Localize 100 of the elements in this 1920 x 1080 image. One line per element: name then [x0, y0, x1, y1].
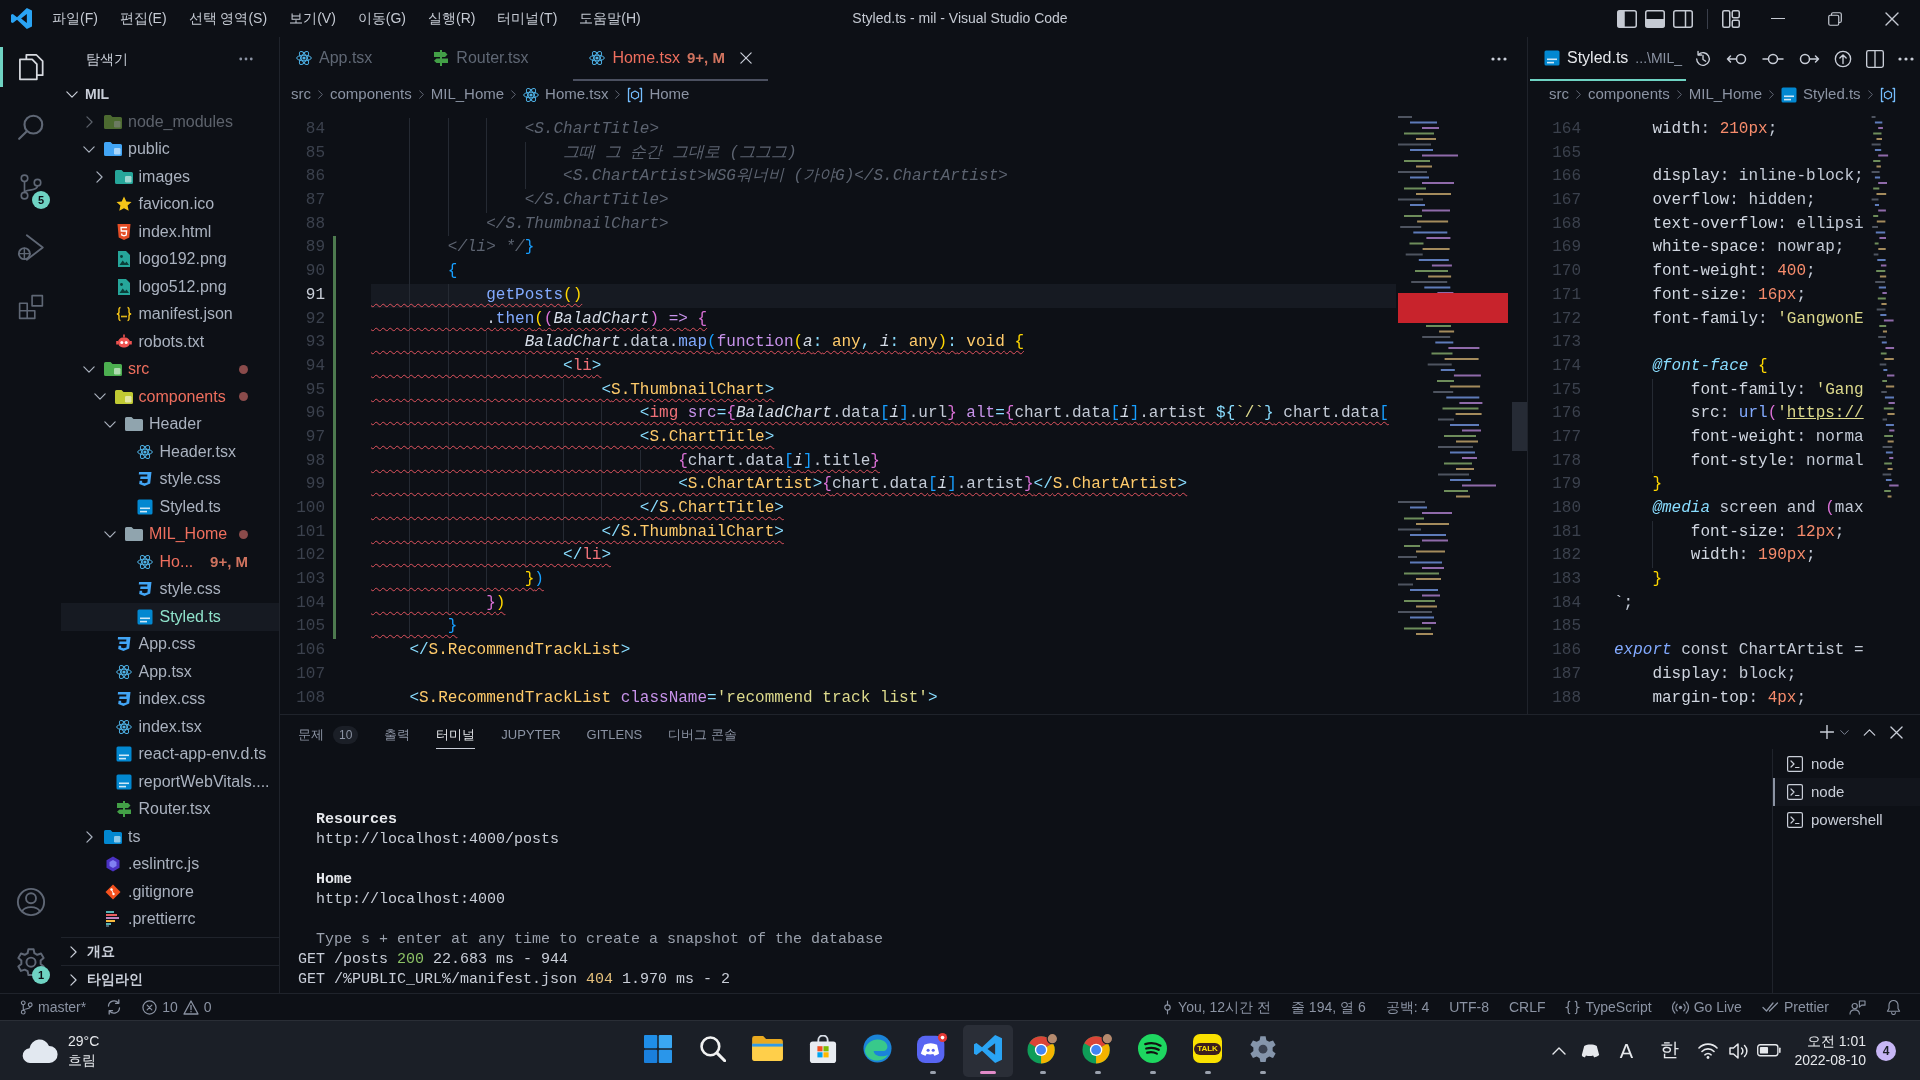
branch-status[interactable]: master*: [20, 996, 87, 1018]
app-logo-icon[interactable]: [11, 8, 32, 29]
tree-item[interactable]: public: [61, 135, 279, 163]
tree-item[interactable]: index.tsx: [61, 713, 279, 741]
sync-icon[interactable]: [106, 999, 123, 1015]
account-icon[interactable]: [15, 887, 46, 917]
tree-item[interactable]: index.css: [61, 685, 279, 713]
menu-item[interactable]: 파일(F): [43, 3, 107, 34]
tree-item[interactable]: style.css: [61, 575, 279, 603]
wifi-icon[interactable]: [1698, 1042, 1719, 1059]
tree-item[interactable]: MIL_Home: [61, 520, 279, 548]
menu-item[interactable]: 실행(R): [419, 3, 485, 34]
split-editor-icon[interactable]: [1866, 50, 1885, 68]
more-icon[interactable]: [1898, 57, 1915, 61]
section-header[interactable]: 타임라인: [61, 965, 279, 993]
chevron-right-icon[interactable]: [96, 170, 103, 183]
history-icon[interactable]: [1694, 50, 1713, 68]
section-header[interactable]: 개요: [61, 937, 279, 965]
panel-tab[interactable]: 출력: [384, 721, 411, 749]
cloud-icon[interactable]: [22, 1037, 58, 1064]
breadcrumb-item[interactable]: src: [291, 83, 311, 106]
taskbar-button[interactable]: [962, 1024, 1013, 1077]
chevron-right-icon[interactable]: [69, 945, 77, 958]
close-icon[interactable]: [1884, 11, 1899, 26]
menu-item[interactable]: 도움말(H): [570, 3, 650, 34]
tree-item[interactable]: Styled.ts: [61, 493, 279, 521]
chevron-down-icon[interactable]: [83, 365, 95, 373]
live-server-status[interactable]: Go Live: [1671, 996, 1742, 1018]
tree-item[interactable]: robots.txt: [61, 328, 279, 356]
feedback-icon[interactable]: [1849, 999, 1866, 1015]
tree-item[interactable]: Header.tsx: [61, 438, 279, 466]
clock-date[interactable]: 2022-08-10: [1794, 1050, 1866, 1070]
terminal-list-item[interactable]: node: [1773, 750, 1920, 778]
weather-condition[interactable]: 흐림: [68, 1050, 100, 1070]
panel-tab[interactable]: GITLENS: [586, 721, 643, 749]
chevron-down-icon[interactable]: [66, 91, 78, 98]
breadcrumb-item[interactable]: Styled.ts: [1781, 83, 1861, 106]
close-icon[interactable]: [1890, 725, 1903, 739]
menu-item[interactable]: 편집(E): [110, 3, 176, 34]
minimize-icon[interactable]: [1770, 17, 1785, 20]
taskbar-button[interactable]: TALK: [1182, 1024, 1233, 1077]
layout-icon[interactable]: [1722, 9, 1740, 28]
tree-item[interactable]: images: [61, 163, 279, 191]
tree-item[interactable]: components: [61, 383, 279, 411]
chevron-up-icon[interactable]: [1552, 1046, 1567, 1055]
toggle-secondary-sidebar-icon[interactable]: [1673, 9, 1693, 28]
bell-icon[interactable]: [1886, 999, 1901, 1015]
notification-badge[interactable]: 4: [1876, 1040, 1896, 1061]
menu-item[interactable]: 터미널(T): [488, 3, 567, 34]
chevron-down-icon[interactable]: [104, 530, 116, 538]
menu-item[interactable]: 이동(G): [348, 3, 415, 34]
restore-icon[interactable]: [1827, 11, 1842, 26]
tree-item[interactable]: Router.tsx: [61, 795, 279, 823]
problems-status[interactable]: 10 0: [142, 996, 212, 1018]
speaker-icon[interactable]: [1729, 1041, 1750, 1060]
tree-item[interactable]: App.tsx: [61, 658, 279, 686]
breadcrumb-item[interactable]: Home: [627, 83, 690, 106]
panel-tab[interactable]: 문제 10: [298, 721, 359, 749]
tree-item[interactable]: react-app-env.d.ts: [61, 740, 279, 768]
search-icon[interactable]: [17, 114, 44, 140]
next-change-icon[interactable]: [1798, 52, 1821, 66]
game-controller-icon[interactable]: [1580, 1043, 1600, 1058]
chevron-up-icon[interactable]: [1863, 728, 1876, 736]
chevron-down-icon[interactable]: [93, 393, 106, 401]
toggle-panel-icon[interactable]: [1645, 9, 1665, 28]
previous-change-icon[interactable]: [1726, 52, 1749, 66]
folder-header[interactable]: MIL: [61, 81, 279, 108]
tree-item[interactable]: Styled.ts: [61, 603, 279, 631]
terminal-list-item[interactable]: powershell: [1773, 806, 1920, 834]
extensions-icon[interactable]: [17, 294, 44, 320]
status-item[interactable]: CRLF: [1508, 996, 1546, 1018]
commit-icon[interactable]: [1762, 52, 1785, 66]
battery-icon[interactable]: [1757, 1044, 1782, 1057]
tree-item[interactable]: src: [61, 355, 279, 383]
tree-item[interactable]: Ho... 9+, M: [61, 548, 279, 576]
tree-item[interactable]: favicon.ico: [61, 190, 279, 218]
breadcrumb-item[interactable]: Home.tsx: [523, 83, 609, 106]
tree-item[interactable]: ts: [61, 823, 279, 851]
editor-tab[interactable]: Styled.ts ...\MIL_: [1530, 37, 1687, 81]
clock-time[interactable]: 오전 1:01: [1806, 1031, 1866, 1051]
menu-item[interactable]: 보기(V): [280, 3, 345, 34]
tree-item[interactable]: App.css: [61, 630, 279, 658]
toggle-sidebar-icon[interactable]: [1617, 9, 1637, 28]
weather-temperature[interactable]: 29°C: [68, 1031, 100, 1051]
status-item[interactable]: 줄 194, 열 6: [1290, 996, 1366, 1018]
tree-item[interactable]: .prettierrc: [61, 905, 279, 933]
breadcrumb-item[interactable]: components: [330, 83, 412, 106]
formatter-status[interactable]: Prettier: [1761, 996, 1829, 1018]
panel-tab[interactable]: 터미널: [436, 721, 476, 749]
chevron-down-icon[interactable]: [83, 145, 95, 153]
scrollbar-thumb[interactable]: [1512, 402, 1527, 451]
compare-icon[interactable]: [1834, 50, 1853, 68]
breadcrumb-item[interactable]: MIL_Home: [1688, 83, 1763, 106]
panel-tab[interactable]: JUPYTER: [501, 721, 561, 749]
run-debug-icon[interactable]: [17, 233, 44, 261]
tree-item[interactable]: Header: [61, 410, 279, 438]
input-mode-indicator[interactable]: A: [1606, 1035, 1647, 1066]
explorer-icon[interactable]: [17, 53, 44, 81]
chevron-down-icon[interactable]: [104, 420, 116, 428]
editor-tab[interactable]: Home.tsx 9+, M: [573, 37, 768, 81]
